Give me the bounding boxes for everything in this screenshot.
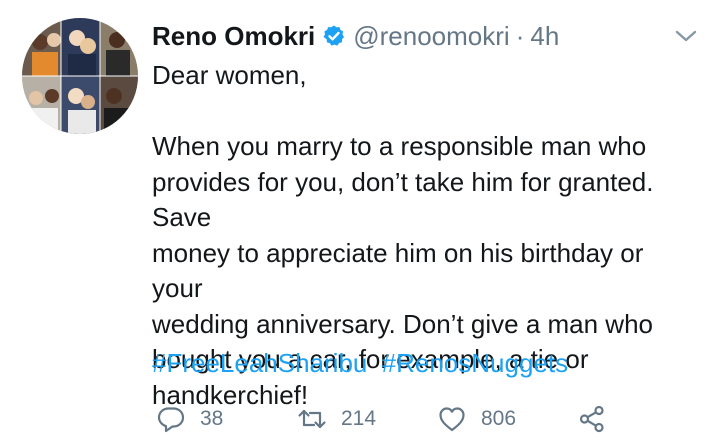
hashtag-link[interactable]: #FreeLeahSharibu xyxy=(152,348,367,378)
tweet-text-line: money to appreciate him on his birthday … xyxy=(152,237,644,304)
tweet-text-line: provides for you, don’t take him for gra… xyxy=(152,166,654,233)
author-handle[interactable]: @renoomokri xyxy=(353,21,509,52)
share-button[interactable] xyxy=(577,400,621,438)
heart-icon xyxy=(439,407,465,432)
retweet-count: 214 xyxy=(341,407,377,430)
like-count: 806 xyxy=(481,407,517,430)
tweet[interactable]: Reno Omokri @renoomokri · 4h Dear women,… xyxy=(0,0,720,441)
tweet-actions: 38 214 806 xyxy=(152,400,622,438)
reply-count: 38 xyxy=(200,407,224,430)
tweet-text-line: wedding anniversary. Don’t give a man wh… xyxy=(152,308,654,339)
tweet-timestamp[interactable]: 4h xyxy=(530,21,559,52)
hashtag-list: #FreeLeahSharibu #RenosNuggets xyxy=(152,348,568,379)
share-icon xyxy=(579,405,604,433)
hashtag-link[interactable]: #RenosNuggets xyxy=(382,348,568,378)
separator-dot: · xyxy=(515,20,525,51)
reply-icon xyxy=(157,407,185,433)
tweet-text-line: When you marry to a responsible man who xyxy=(152,131,647,161)
retweet-icon xyxy=(298,409,326,429)
like-button[interactable]: 806 xyxy=(437,400,516,438)
avatar-collage-image xyxy=(22,18,138,134)
tweet-text-line: Dear women, xyxy=(152,60,307,90)
tweet-header: Reno Omokri @renoomokri · 4h xyxy=(152,14,700,58)
chevron-down-icon[interactable] xyxy=(672,24,700,48)
author-name[interactable]: Reno Omokri xyxy=(152,21,315,52)
tweet-text-blank-line xyxy=(152,94,700,130)
reply-button[interactable]: 38 xyxy=(156,400,223,438)
avatar[interactable] xyxy=(22,18,138,134)
verified-badge-icon xyxy=(323,25,345,46)
retweet-button[interactable]: 214 xyxy=(297,400,376,438)
